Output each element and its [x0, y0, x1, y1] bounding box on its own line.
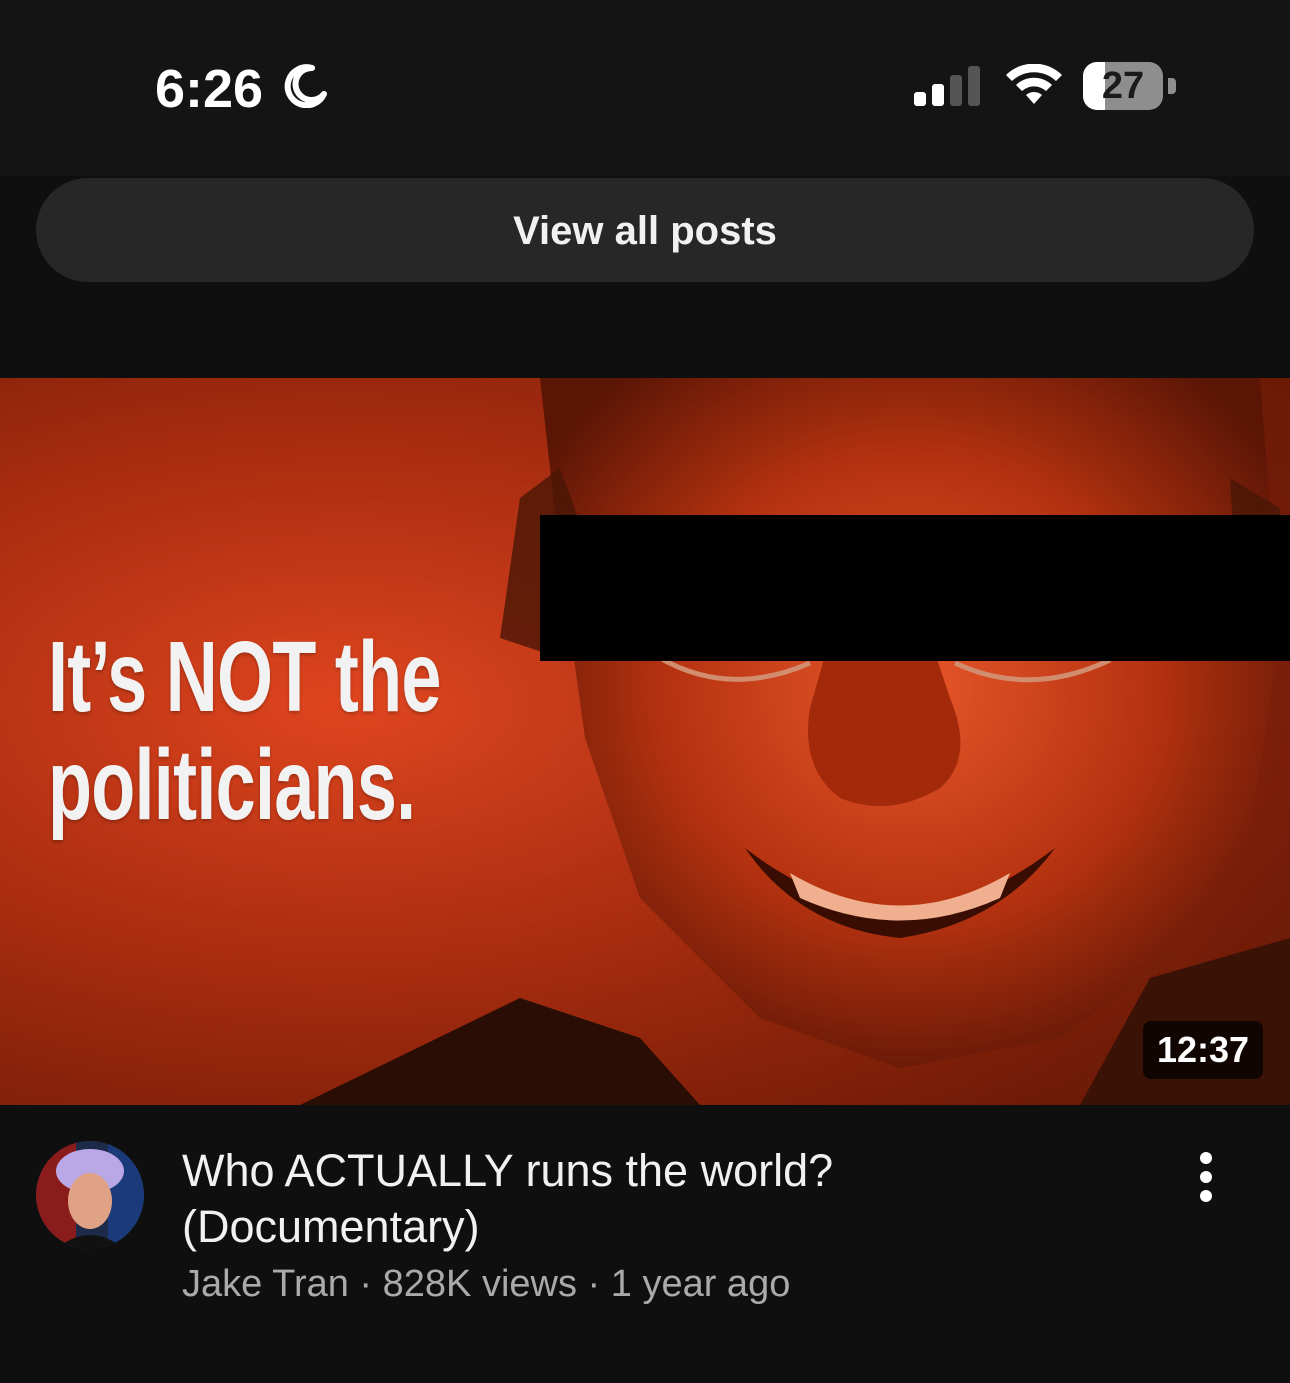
battery-percent: 27: [1101, 65, 1145, 107]
video-thumbnail[interactable]: It’s NOT the politicians.: [0, 378, 1290, 1105]
more-options-icon[interactable]: [1180, 1148, 1232, 1208]
status-time: 6:26: [155, 59, 264, 119]
avatar-image: [36, 1141, 144, 1249]
battery-cap: [1168, 78, 1176, 94]
channel-avatar[interactable]: [36, 1141, 144, 1249]
status-bar: 6:26 27: [0, 0, 1290, 176]
meta-separator: ·: [348, 1263, 383, 1305]
moon-icon: [284, 64, 327, 108]
view-all-posts-button[interactable]: View all posts: [36, 178, 1254, 282]
video-duration-badge: 12:37: [1143, 1021, 1264, 1079]
upload-age: 1 year ago: [610, 1263, 791, 1305]
battery-icon: 27: [1083, 62, 1163, 110]
wifi-icon: [1006, 64, 1062, 104]
channel-name[interactable]: Jake Tran: [182, 1263, 349, 1305]
view-count: 828K views: [382, 1263, 577, 1305]
video-title[interactable]: Who ACTUALLY runs the world? (Documentar…: [182, 1143, 1122, 1255]
meta-separator: ·: [576, 1263, 611, 1305]
thumbnail-caption: It’s NOT the politicians.: [48, 621, 441, 841]
video-meta: Jake Tran · 828K views · 1 year ago: [182, 1262, 1122, 1306]
cellular-signal-icon: [914, 66, 980, 106]
